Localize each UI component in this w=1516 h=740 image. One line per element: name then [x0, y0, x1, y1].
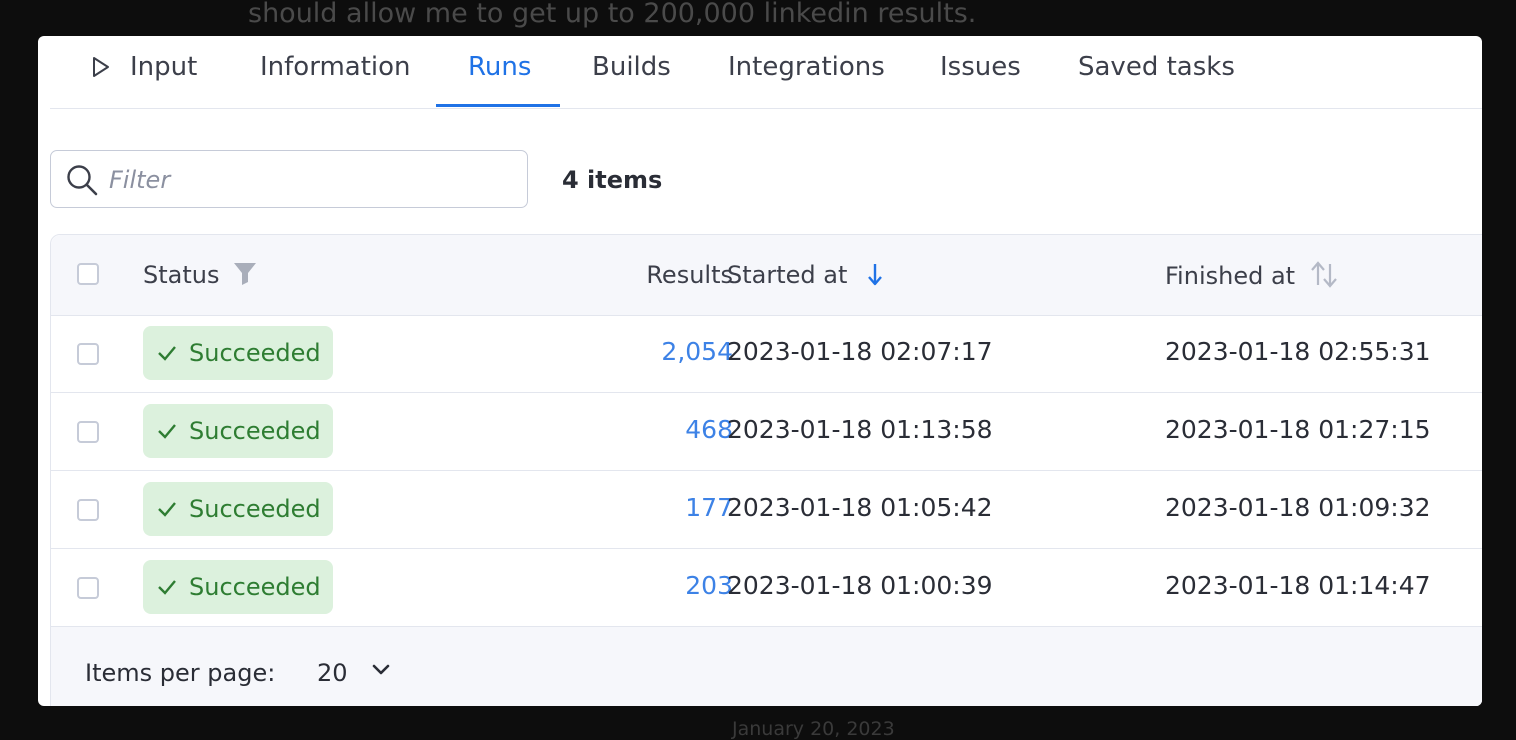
- filter-input[interactable]: [107, 157, 511, 203]
- header-started-at[interactable]: Started at: [727, 261, 885, 289]
- results-link[interactable]: 2,054: [661, 337, 733, 366]
- finished-at-cell: 2023-01-18 01:27:15: [1165, 415, 1431, 444]
- runs-table: Status Results Started at Finished at Su…: [50, 234, 1482, 706]
- status-label: Succeeded: [189, 495, 321, 523]
- finished-at-cell: 2023-01-18 01:09:32: [1165, 493, 1431, 522]
- row-checkbox[interactable]: [77, 577, 99, 599]
- tab-saved-tasks[interactable]: Saved tasks: [1078, 36, 1235, 108]
- started-at-cell: 2023-01-18 01:13:58: [727, 415, 993, 444]
- tab-input[interactable]: Input: [130, 36, 197, 108]
- row-checkbox[interactable]: [77, 343, 99, 365]
- header-status: Status: [143, 261, 257, 289]
- check-icon: [158, 502, 176, 517]
- header-started-at-label: Started at: [727, 261, 848, 289]
- results-link[interactable]: 468: [685, 415, 733, 444]
- status-badge: Succeeded: [143, 326, 333, 380]
- tab-bar: Input Information Runs Builds Integratio…: [50, 36, 1482, 109]
- header-status-label: Status: [143, 261, 220, 289]
- row-checkbox[interactable]: [77, 421, 99, 443]
- table-row[interactable]: Succeeded 2,054 2023-01-18 02:07:17 2023…: [51, 315, 1482, 393]
- items-count: 4 items: [562, 166, 663, 194]
- table-row[interactable]: Succeeded 177 2023-01-18 01:05:42 2023-0…: [51, 471, 1482, 549]
- finished-at-cell: 2023-01-18 02:55:31: [1165, 337, 1431, 366]
- active-tab-indicator: [436, 104, 560, 107]
- items-per-page-select[interactable]: 20: [317, 659, 348, 687]
- filter-box[interactable]: [50, 150, 528, 208]
- started-at-cell: 2023-01-18 02:07:17: [727, 337, 993, 366]
- sort-down-arrow-icon[interactable]: [865, 261, 885, 287]
- tab-integrations[interactable]: Integrations: [728, 36, 885, 108]
- finished-at-cell: 2023-01-18 01:14:47: [1165, 571, 1431, 600]
- select-all-checkbox[interactable]: [77, 263, 99, 285]
- runs-panel: Input Information Runs Builds Integratio…: [38, 36, 1482, 706]
- status-label: Succeeded: [189, 339, 321, 367]
- started-at-cell: 2023-01-18 01:00:39: [727, 571, 993, 600]
- check-icon: [158, 424, 176, 439]
- status-badge: Succeeded: [143, 560, 333, 614]
- status-badge: Succeeded: [143, 482, 333, 536]
- table-header: Status Results Started at Finished at: [51, 235, 1482, 316]
- table-row[interactable]: Succeeded 468 2023-01-18 01:13:58 2023-0…: [51, 393, 1482, 471]
- filter-funnel-icon[interactable]: [233, 261, 257, 287]
- background-text-bottom: January 20, 2023: [732, 718, 895, 740]
- tab-runs[interactable]: Runs: [468, 36, 531, 108]
- chevron-down-icon[interactable]: [371, 663, 391, 677]
- pagination-footer: Items per page: 20: [51, 627, 1482, 706]
- tab-information[interactable]: Information: [260, 36, 411, 108]
- header-finished-at-label: Finished at: [1165, 262, 1296, 290]
- row-checkbox[interactable]: [77, 499, 99, 521]
- header-finished-at[interactable]: Finished at: [1165, 261, 1339, 290]
- table-row[interactable]: Succeeded 203 2023-01-18 01:00:39 2023-0…: [51, 549, 1482, 627]
- results-link[interactable]: 177: [685, 493, 733, 522]
- sort-updown-icon[interactable]: [1309, 261, 1339, 289]
- results-link[interactable]: 203: [685, 571, 733, 600]
- status-badge: Succeeded: [143, 404, 333, 458]
- header-results[interactable]: Results: [646, 261, 733, 289]
- started-at-cell: 2023-01-18 01:05:42: [727, 493, 993, 522]
- play-icon: [93, 57, 109, 77]
- search-icon: [67, 165, 98, 196]
- tab-issues[interactable]: Issues: [940, 36, 1021, 108]
- status-label: Succeeded: [189, 417, 321, 445]
- status-label: Succeeded: [189, 573, 321, 601]
- tab-builds[interactable]: Builds: [592, 36, 671, 108]
- check-icon: [158, 580, 176, 595]
- background-text-top: should allow me to get up to 200,000 lin…: [248, 0, 977, 29]
- items-per-page-label: Items per page:: [85, 659, 276, 687]
- check-icon: [158, 346, 176, 361]
